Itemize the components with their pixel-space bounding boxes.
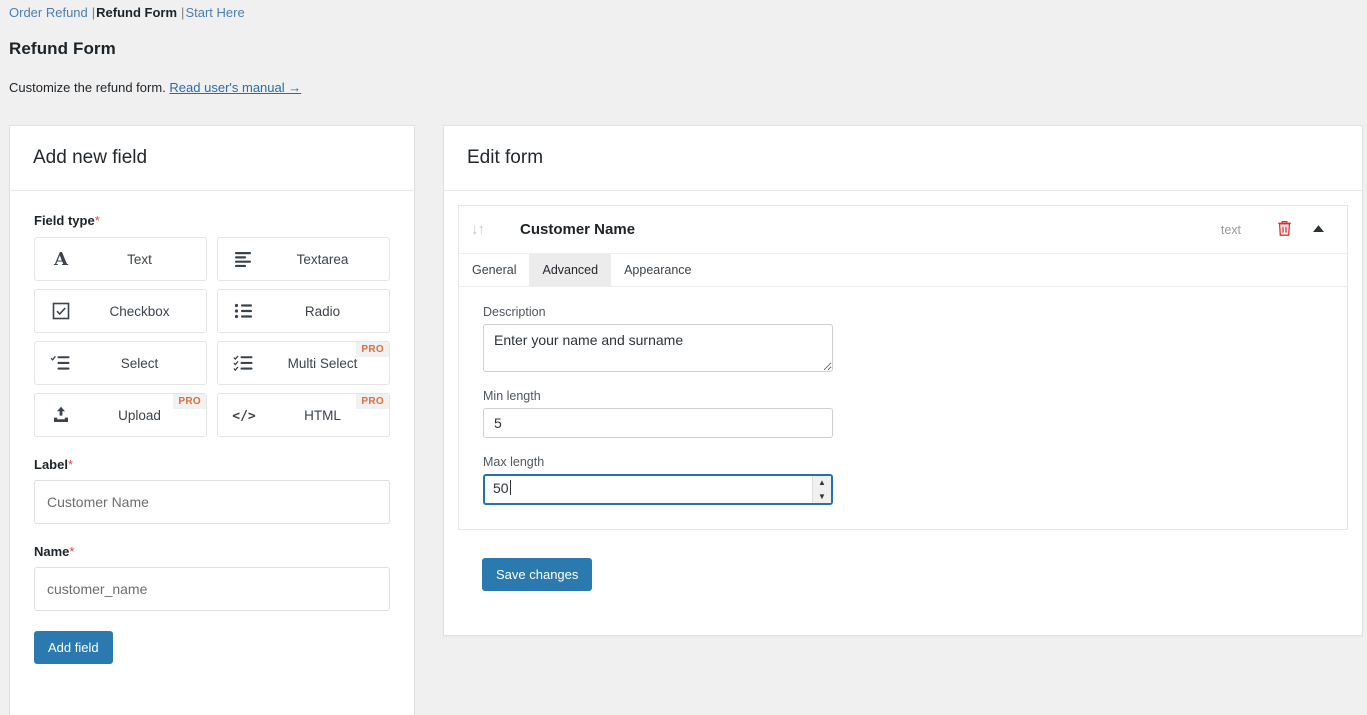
name-field-label: Name* <box>34 544 390 559</box>
collapse-field-button[interactable] <box>1300 224 1333 236</box>
field-type-select[interactable]: Select <box>34 341 207 385</box>
upload-icon <box>35 405 87 425</box>
form-field-title: Customer Name <box>520 221 636 238</box>
edit-form-body: ↓↑ Customer Name text General Advanced A… <box>444 191 1362 591</box>
subtitle-text: Customize the refund form. <box>9 80 166 95</box>
label-field-label-text: Label <box>34 457 68 472</box>
min-length-label: Min length <box>483 389 541 403</box>
pro-badge: PRO <box>356 394 389 409</box>
select-icon <box>35 355 87 371</box>
page-subtitle: Customize the refund form. Read user's m… <box>9 80 301 95</box>
add-field-button[interactable]: Add field <box>34 631 113 664</box>
label-field-label: Label* <box>34 457 390 472</box>
add-new-field-title: Add new field <box>33 147 148 168</box>
field-type-radio[interactable]: Radio <box>217 289 390 333</box>
read-manual-link[interactable]: Read user's manual → <box>169 80 301 95</box>
svg-text:</>: </> <box>232 409 256 423</box>
field-type-multi-select[interactable]: Multi Select PRO <box>217 341 390 385</box>
field-type-label: Field type* <box>34 213 390 228</box>
max-length-value: 50 <box>493 480 509 496</box>
max-length-input[interactable]: 50 <box>483 474 833 505</box>
required-asterisk: * <box>94 213 100 228</box>
field-type-html[interactable]: </> HTML PRO <box>217 393 390 437</box>
min-length-wrap <box>483 408 833 438</box>
add-new-field-header: Add new field <box>10 126 414 191</box>
pro-badge: PRO <box>173 394 206 409</box>
field-tabs: General Advanced Appearance <box>459 254 1347 287</box>
save-row: Save changes <box>458 530 1348 591</box>
edit-form-title: Edit form <box>467 147 544 168</box>
required-asterisk: * <box>67 457 74 472</box>
radio-list-icon <box>218 303 270 319</box>
edit-form-panel: Edit form ↓↑ Customer Name text General … <box>443 125 1363 636</box>
add-new-field-body: Field type* A Text Textarea Checkbox Rad… <box>10 191 414 664</box>
field-type-checkbox[interactable]: Checkbox <box>34 289 207 333</box>
name-input[interactable] <box>34 567 390 611</box>
drag-handle-icon[interactable]: ↓↑ <box>471 221 497 238</box>
breadcrumb-separator-1: | <box>91 5 96 20</box>
breadcrumb-item-start-here[interactable]: Start Here <box>185 5 244 20</box>
max-length-label: Max length <box>483 455 545 469</box>
name-field-label-text: Name <box>34 544 70 559</box>
label-input[interactable] <box>34 480 390 524</box>
edit-form-header: Edit form <box>444 126 1362 191</box>
field-type-textarea[interactable]: Textarea <box>217 237 390 281</box>
stepper-up-icon[interactable]: ▲ <box>818 479 826 487</box>
field-type-upload-label: Upload <box>118 407 161 423</box>
form-field-type-tag: text <box>1220 222 1241 237</box>
field-type-grid: A Text Textarea Checkbox Radio Select Mu… <box>34 237 390 437</box>
delete-field-button[interactable] <box>1269 220 1300 240</box>
description-label: Description <box>483 305 546 319</box>
field-type-textarea-label: Textarea <box>296 251 349 267</box>
caret-up-icon <box>1312 224 1325 236</box>
text-cursor <box>509 480 511 498</box>
field-type-text[interactable]: A Text <box>34 237 207 281</box>
field-type-select-label: Select <box>120 355 159 371</box>
tab-appearance[interactable]: Appearance <box>611 254 705 286</box>
breadcrumb-item-order-refund[interactable]: Order Refund <box>9 5 88 20</box>
code-icon: </> <box>218 407 270 423</box>
svg-text:A: A <box>53 249 69 269</box>
field-type-label-text: Field type <box>34 213 95 228</box>
field-type-upload[interactable]: Upload PRO <box>34 393 207 437</box>
add-new-field-panel: Add new field Field type* A Text Textare… <box>9 125 415 715</box>
text-icon: A <box>35 249 87 269</box>
field-type-multi-select-label: Multi Select <box>287 355 358 371</box>
max-length-stepper[interactable]: ▲ ▼ <box>812 476 831 503</box>
description-textarea[interactable] <box>483 324 833 372</box>
form-field-block: ↓↑ Customer Name text General Advanced A… <box>458 205 1348 530</box>
checkbox-icon <box>35 301 87 321</box>
multiselect-icon <box>218 355 270 371</box>
required-asterisk: * <box>69 544 75 559</box>
pro-badge: PRO <box>356 342 389 357</box>
advanced-tab-panel: Description Min length Max length 50 ▲ <box>459 287 1347 529</box>
max-length-wrap: 50 ▲ ▼ <box>483 474 833 505</box>
field-type-html-label: HTML <box>304 407 341 423</box>
trash-icon <box>1277 220 1292 240</box>
min-length-input[interactable] <box>483 408 833 438</box>
breadcrumb: Order Refund |Refund Form |Start Here <box>9 5 245 21</box>
field-type-text-label: Text <box>127 251 152 267</box>
textarea-icon <box>218 251 270 267</box>
save-changes-button[interactable]: Save changes <box>482 558 593 591</box>
page-root: Order Refund |Refund Form |Start Here Refu… <box>0 0 1367 715</box>
form-field-header: ↓↑ Customer Name text <box>459 206 1347 254</box>
breadcrumb-item-refund-form[interactable]: Refund Form <box>96 5 177 20</box>
field-type-radio-label: Radio <box>304 303 341 319</box>
field-type-checkbox-label: Checkbox <box>109 303 170 319</box>
stepper-down-icon[interactable]: ▼ <box>818 492 826 500</box>
tab-general[interactable]: General <box>459 254 530 286</box>
page-title: Refund Form <box>9 39 116 58</box>
tab-advanced[interactable]: Advanced <box>529 254 612 286</box>
